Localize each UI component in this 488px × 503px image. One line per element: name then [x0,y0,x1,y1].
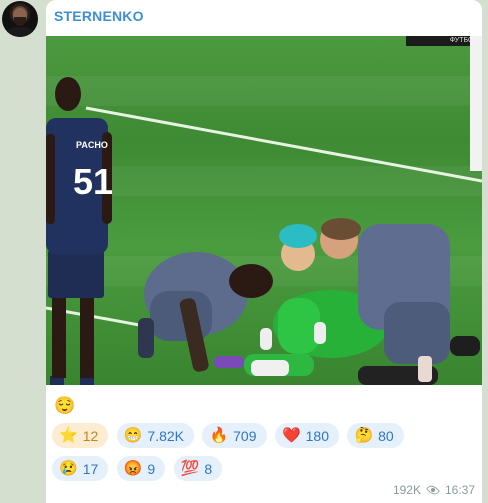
reaction-count: 80 [378,427,394,444]
reaction-fire[interactable]: 🔥 709 [202,423,267,448]
pitch-line [85,106,482,183]
reactions-bar: ⭐ 12 😁 7.82K 🔥 709 ❤️ 180 🤔 80 😢 17 😡 9 … [52,423,472,489]
reaction-count: 180 [305,427,329,444]
avatar-beard [14,17,26,26]
reaction-heart[interactable]: ❤️ 180 [274,423,339,448]
channel-name[interactable]: STERNENKO [54,8,144,24]
message-meta: 192K 16:37 [393,483,475,497]
eye-icon [426,485,440,495]
angry-emoji-icon: 😡 [123,460,143,477]
reaction-count: 709 [233,427,257,444]
grin-emoji-icon: 😁 [123,427,143,444]
reaction-count: 12 [82,427,99,444]
view-count: 192K [392,483,421,497]
star-icon: ⭐ [59,427,78,444]
svg-text:51: 51 [73,161,113,202]
hundred-emoji-icon: 💯 [180,460,200,477]
fire-emoji-icon: 🔥 [209,427,229,444]
thinking-emoji-icon: 🤔 [354,427,374,444]
reaction-star[interactable]: ⭐ 12 [52,423,109,448]
goal-post [470,36,482,171]
match-scene: PACHO 51 [46,36,482,385]
reaction-count: 8 [204,460,213,477]
reaction-count: 9 [147,460,156,477]
avatar-shirt [6,27,34,37]
crying-emoji-icon: 😢 [59,460,78,477]
svg-text:PACHO: PACHO [76,140,108,150]
reaction-angry[interactable]: 😡 9 [116,456,166,481]
reaction-crying[interactable]: 😢 17 [52,456,109,481]
message-bubble: STERNENKO ФУТБОЛ PACHO 51 😌 ⭐ 12 😁 7.82K… [46,0,482,503]
standing-player: PACHO 51 [46,77,113,385]
reaction-hundred[interactable]: 💯 8 [173,456,223,481]
reaction-count: 17 [82,460,99,477]
reaction-thinking[interactable]: 🤔 80 [347,423,404,448]
message-photo[interactable]: ФУТБОЛ PACHO 51 [46,36,482,385]
channel-avatar[interactable] [2,1,38,37]
reaction-grin[interactable]: 😁 7.82K [116,423,194,448]
heart-emoji-icon: ❤️ [281,427,301,444]
message-caption: 😌 [54,396,76,415]
reaction-count: 7.82K [147,427,184,444]
message-time: 16:37 [444,483,475,497]
